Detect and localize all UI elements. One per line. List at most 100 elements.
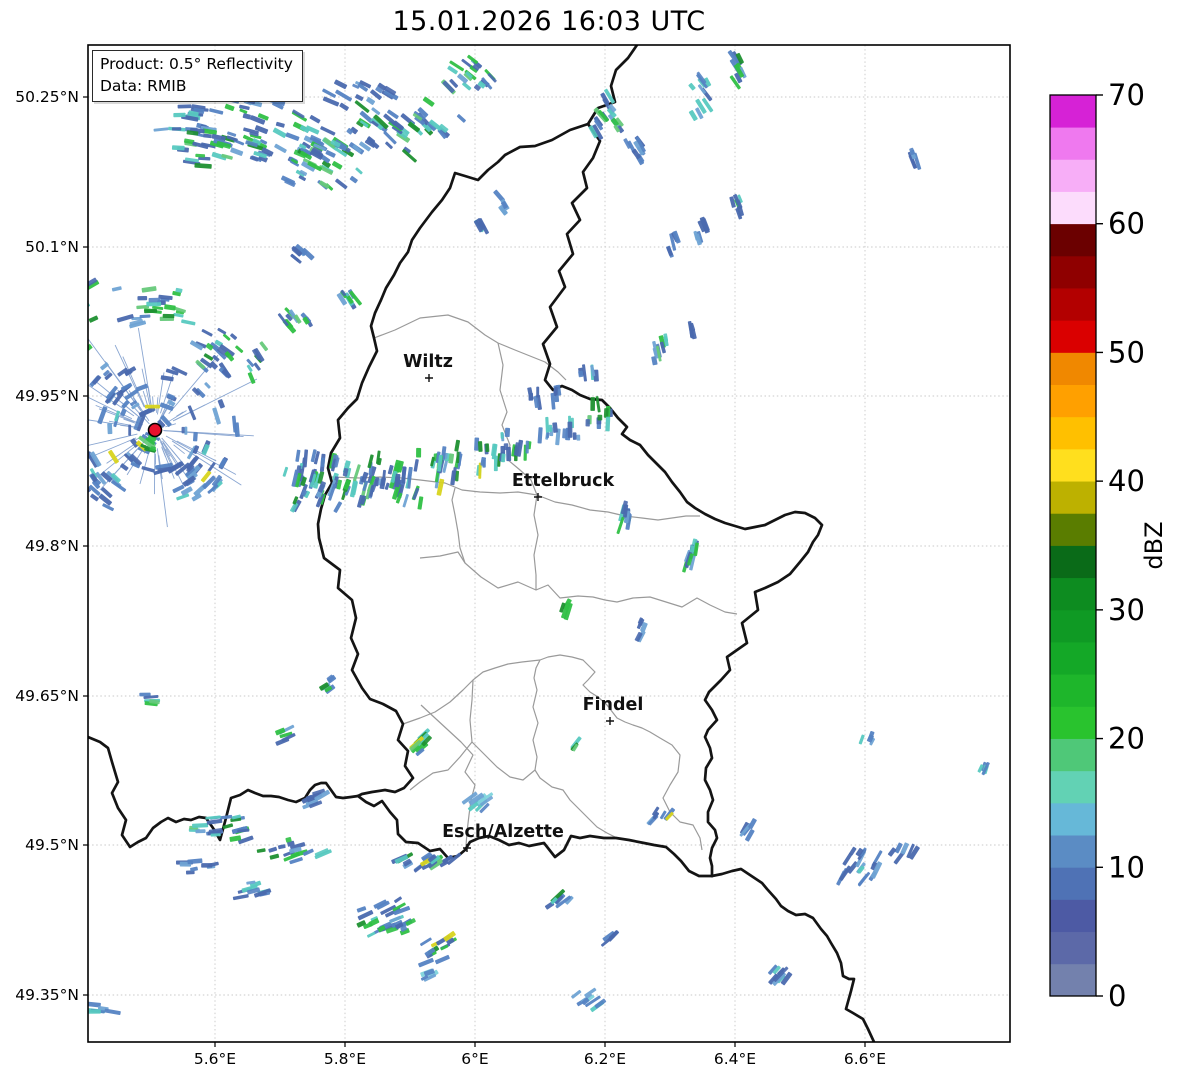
colorbar-tick-label: 0 — [1108, 979, 1126, 1013]
x-axis-tick-label: 6.6°E — [844, 1050, 886, 1068]
echo-bin — [19, 323, 29, 335]
city-label: Esch/Alzette — [442, 822, 564, 842]
x-axis-tick-label: 5.6°E — [194, 1050, 236, 1068]
data-source-line: Data: RMIB — [100, 76, 187, 95]
echo-bin — [56, 306, 72, 319]
echo-bin — [68, 315, 80, 325]
y-axis-tick-label: 50.25°N — [15, 88, 79, 106]
colorbar: 0 10 20 30 40 50 60 70 dBZ — [1049, 78, 1168, 1013]
echo-bin — [603, 408, 609, 418]
echo-bin — [51, 315, 62, 326]
echo-bin — [477, 441, 483, 452]
colorbar-tick-label: 20 — [1108, 722, 1145, 756]
echo-bin — [107, 423, 113, 435]
echo-bin — [192, 431, 198, 442]
echo-bin — [195, 829, 206, 834]
echo-bin — [57, 324, 66, 333]
colorbar-segment — [1050, 738, 1096, 772]
echo-bin — [181, 426, 185, 434]
echo-bin — [63, 301, 75, 311]
y-axis-tick-label: 49.35°N — [15, 986, 79, 1004]
colorbar-segment — [1050, 513, 1096, 546]
echo-bin — [28, 422, 34, 435]
echo-bin — [26, 299, 33, 307]
echo-bin — [42, 420, 47, 435]
city-label: Ettelbruck — [512, 471, 615, 491]
y-axis-tick-label: 50.1°N — [25, 238, 79, 256]
product-info-box: Product: 0.5° Reflectivity Data: RMIB — [92, 50, 303, 103]
colorbar-segment — [1050, 352, 1096, 386]
echo-bin — [162, 313, 175, 319]
radar-figure: Wiltz Ettelbruck Findel Esch/Alzette 50.25°N… — [0, 0, 1184, 1081]
echo-bin — [504, 427, 511, 438]
colorbar-segment — [1050, 191, 1096, 225]
echo-bin — [49, 319, 61, 333]
colorbar-segment — [1050, 545, 1096, 579]
echo-bin — [416, 447, 422, 458]
echo-bin — [173, 112, 186, 118]
x-axis-tick-label: 6°E — [461, 1050, 488, 1068]
echo-bin — [88, 1009, 101, 1014]
echo-bin — [22, 333, 29, 342]
echo-bin — [44, 297, 56, 308]
colorbar-segment — [1050, 642, 1096, 675]
echo-bin — [59, 303, 73, 315]
echo-bin — [69, 468, 76, 477]
echo-bin — [41, 321, 50, 331]
echo-bin — [525, 440, 529, 454]
y-axis-tick-label: 49.8°N — [25, 537, 79, 555]
colorbar-tick-label: 60 — [1108, 207, 1145, 241]
echo-bin — [60, 320, 70, 330]
colorbar-segment — [1050, 802, 1096, 836]
echo-bin — [76, 300, 88, 310]
echo-bin — [501, 453, 506, 463]
echo-bin — [320, 457, 325, 467]
radar-site-dot — [147, 422, 163, 438]
echo-bin — [41, 435, 48, 453]
echo-bin — [45, 427, 50, 435]
echo-bin — [51, 343, 60, 353]
colorbar-tick-label: 70 — [1108, 78, 1145, 112]
echo-bin — [40, 416, 44, 429]
colorbar-segment — [1050, 255, 1096, 289]
colorbar-tick-label: 50 — [1108, 335, 1145, 369]
city-label: Findel — [583, 695, 644, 715]
echo-bin — [60, 462, 68, 478]
echo-bin — [64, 318, 73, 327]
echo-bin — [567, 421, 573, 438]
x-axis-tick-label: 6.4°E — [714, 1050, 756, 1068]
echo-bin — [37, 449, 44, 458]
echo-bin — [184, 426, 188, 435]
colorbar-segment — [1050, 963, 1096, 997]
echo-bin — [500, 432, 504, 439]
echo-bin — [60, 305, 75, 318]
echo-bin — [562, 428, 568, 439]
echo-bin — [32, 410, 37, 418]
colorbar-segment — [1050, 320, 1096, 353]
echo-bin — [40, 418, 46, 431]
echo-bin — [192, 823, 209, 828]
figure-title: 15.01.2026 16:03 UTC — [392, 6, 706, 37]
echo-bin — [32, 416, 37, 433]
colorbar-unit-label: dBZ — [1140, 521, 1168, 569]
echo-bin — [50, 439, 55, 447]
colorbar-tick-label: 10 — [1108, 850, 1145, 884]
echo-bin — [63, 340, 71, 349]
echo-bin — [195, 153, 206, 158]
colorbar-segment — [1050, 159, 1096, 192]
colorbar-segment — [1050, 416, 1096, 450]
echo-bin — [88, 301, 89, 313]
colorbar-segment — [1050, 674, 1096, 707]
colorbar-segment — [1050, 95, 1096, 128]
product-line: Product: 0.5° Reflectivity — [100, 55, 293, 73]
colorbar-tick-label: 40 — [1108, 464, 1145, 498]
echo-bin — [78, 470, 87, 482]
echo-bin — [39, 324, 49, 333]
echo-bin — [137, 296, 148, 301]
colorbar-segment — [1050, 223, 1096, 257]
colorbar-segment — [1050, 384, 1096, 418]
colorbar-segment — [1050, 706, 1096, 739]
echo-bin — [67, 310, 75, 317]
echo-bin — [585, 419, 590, 427]
echo-bin — [50, 327, 62, 339]
